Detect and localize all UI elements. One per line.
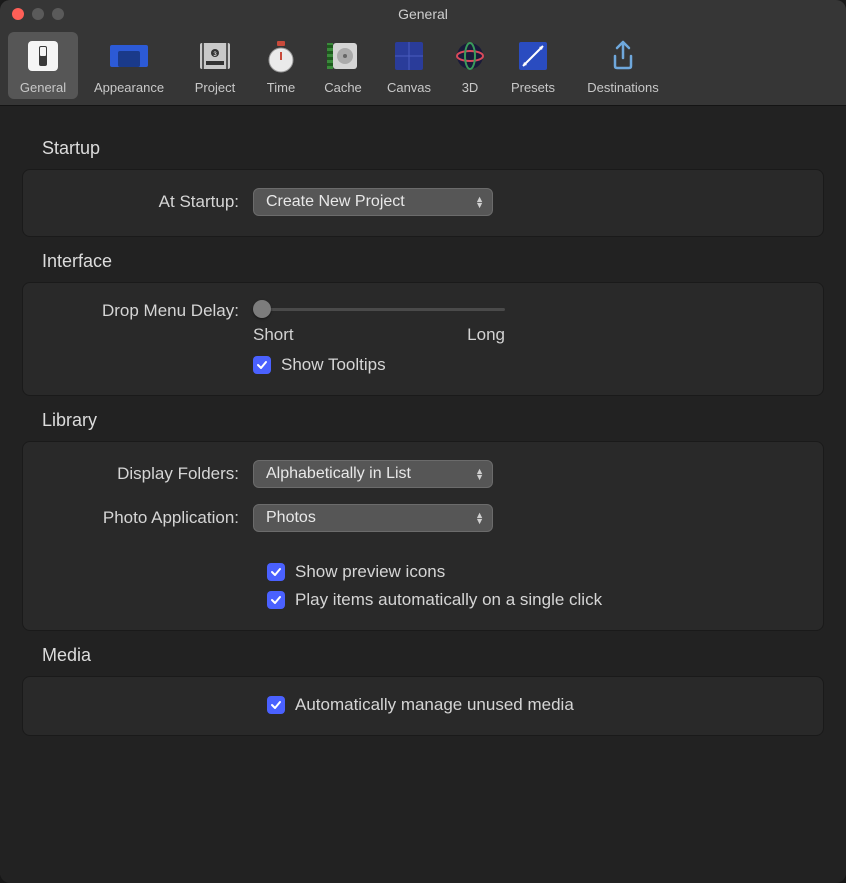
tab-label: Presets: [511, 80, 555, 95]
drop-menu-delay-label: Drop Menu Delay:: [43, 301, 253, 321]
select-arrows-icon: ▲▼: [475, 512, 484, 524]
preferences-window: General General Appearance 3 Project Tim…: [0, 0, 846, 883]
tab-label: General: [20, 80, 66, 95]
auto-manage-media-checkbox[interactable]: [267, 696, 285, 714]
tab-destinations[interactable]: Destinations: [570, 32, 676, 99]
slider-thumb[interactable]: [253, 300, 271, 318]
titlebar: General: [0, 0, 846, 28]
section-title-startup: Startup: [42, 138, 824, 159]
section-interface: Drop Menu Delay: Short Long: [22, 282, 824, 396]
show-preview-icons-label: Show preview icons: [295, 562, 445, 582]
section-title-interface: Interface: [42, 251, 824, 272]
3d-icon: [450, 36, 490, 76]
tab-time[interactable]: Time: [252, 32, 310, 99]
slider-short-label: Short: [253, 325, 294, 345]
tab-label: Cache: [324, 80, 362, 95]
at-startup-label: At Startup:: [43, 192, 253, 212]
select-value: Create New Project: [266, 193, 405, 211]
project-icon: 3: [195, 36, 235, 76]
slider-long-label: Long: [467, 325, 505, 345]
select-arrows-icon: ▲▼: [475, 196, 484, 208]
tab-label: Canvas: [387, 80, 431, 95]
section-title-media: Media: [42, 645, 824, 666]
tab-general[interactable]: General: [8, 32, 78, 99]
tab-3d[interactable]: 3D: [444, 32, 496, 99]
general-icon: [23, 36, 63, 76]
show-preview-icons-checkbox[interactable]: [267, 563, 285, 581]
tab-label: Time: [267, 80, 295, 95]
cache-icon: [323, 36, 363, 76]
tab-label: Appearance: [94, 80, 164, 95]
destinations-icon: [603, 36, 643, 76]
tab-cache[interactable]: Cache: [312, 32, 374, 99]
canvas-icon: [389, 36, 429, 76]
play-items-label: Play items automatically on a single cli…: [295, 590, 602, 610]
appearance-icon: [109, 36, 149, 76]
drop-menu-delay-slider[interactable]: [253, 301, 505, 317]
section-title-library: Library: [42, 410, 824, 431]
section-media: Automatically manage unused media: [22, 676, 824, 736]
preferences-toolbar: General Appearance 3 Project Time Cache: [0, 28, 846, 106]
section-startup: At Startup: Create New Project ▲▼: [22, 169, 824, 237]
tab-canvas[interactable]: Canvas: [376, 32, 442, 99]
tab-appearance[interactable]: Appearance: [80, 32, 178, 99]
photo-application-label: Photo Application:: [43, 508, 253, 528]
slider-track: [253, 308, 505, 311]
show-tooltips-label: Show Tooltips: [281, 355, 386, 375]
at-startup-select[interactable]: Create New Project ▲▼: [253, 188, 493, 216]
display-folders-select[interactable]: Alphabetically in List ▲▼: [253, 460, 493, 488]
tab-project[interactable]: 3 Project: [180, 32, 250, 99]
window-title: General: [0, 6, 846, 22]
tab-label: Destinations: [587, 80, 659, 95]
select-arrows-icon: ▲▼: [475, 468, 484, 480]
select-value: Alphabetically in List: [266, 465, 411, 483]
section-library: Display Folders: Alphabetically in List …: [22, 441, 824, 631]
content-area: Startup At Startup: Create New Project ▲…: [0, 106, 846, 875]
display-folders-label: Display Folders:: [43, 464, 253, 484]
tab-presets[interactable]: Presets: [498, 32, 568, 99]
tab-label: 3D: [462, 80, 479, 95]
auto-manage-media-label: Automatically manage unused media: [295, 695, 574, 715]
presets-icon: [513, 36, 553, 76]
select-value: Photos: [266, 509, 316, 527]
photo-application-select[interactable]: Photos ▲▼: [253, 504, 493, 532]
play-items-checkbox[interactable]: [267, 591, 285, 609]
time-icon: [261, 36, 301, 76]
show-tooltips-checkbox[interactable]: [253, 356, 271, 374]
slider-labels: Short Long: [253, 325, 505, 345]
tab-label: Project: [195, 80, 235, 95]
